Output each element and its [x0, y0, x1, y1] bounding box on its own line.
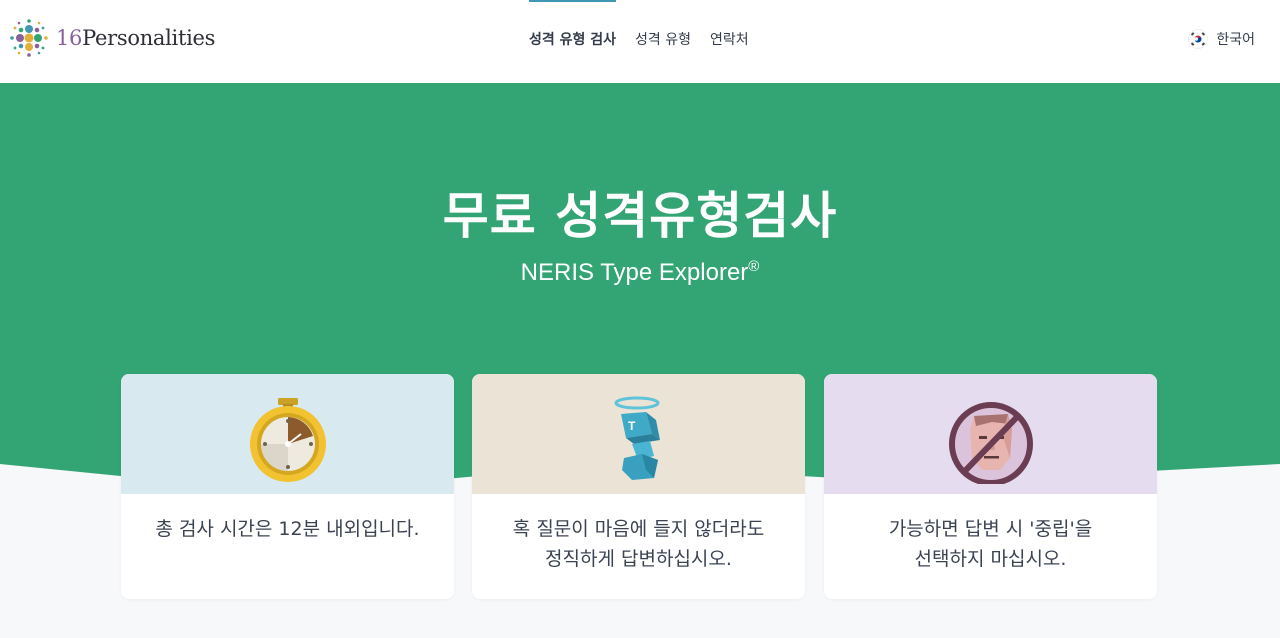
- honest-block-figure-icon: T: [614, 396, 660, 480]
- registered-mark: ®: [748, 258, 760, 275]
- info-card-neutral: 가능하면 답변 시 '중립'을 선택하지 마십시오.: [824, 374, 1157, 599]
- language-label: 한국어: [1216, 32, 1255, 48]
- svg-text:T: T: [628, 419, 636, 433]
- south-korea-flag-icon: [1188, 29, 1209, 49]
- language-selector[interactable]: 한국어: [1188, 29, 1255, 49]
- page-title: 무료 성격유형검사: [442, 187, 838, 245]
- logo-wordmark: 16Personalities: [56, 26, 216, 50]
- logo-link[interactable]: 16Personalities: [8, 17, 215, 59]
- card-text: 총 검사 시간은 12분 내외입니다.: [155, 518, 420, 540]
- main-nav: 성격 유형 검사 성격 유형 연락처: [529, 0, 768, 83]
- nav-contact[interactable]: 연락처: [710, 0, 749, 83]
- info-card-honesty: T 혹 질문이 마음에 들지 않더라도 정직하게 답변하십시오.: [472, 374, 805, 599]
- card-text: 혹 질문이 마음에 들지 않더라도 정직하게 답변하십시오.: [512, 518, 765, 570]
- logo-dots-icon: [10, 19, 48, 57]
- page-subtitle: NERIS Type Explorer®: [520, 258, 760, 286]
- card-text: 가능하면 답변 시 '중립'을 선택하지 마십시오.: [888, 518, 1093, 570]
- nav-personality-types[interactable]: 성격 유형: [635, 0, 691, 83]
- stopwatch-icon: [250, 398, 326, 482]
- nav-personality-test[interactable]: 성격 유형 검사: [529, 0, 617, 83]
- info-card-duration: 총 검사 시간은 12분 내외입니다.: [121, 374, 454, 599]
- no-neutral-face-icon: [949, 402, 1033, 484]
- site-header: 16Personalities 성격 유형 검사 성격 유형 연락처 한국어: [0, 0, 1280, 83]
